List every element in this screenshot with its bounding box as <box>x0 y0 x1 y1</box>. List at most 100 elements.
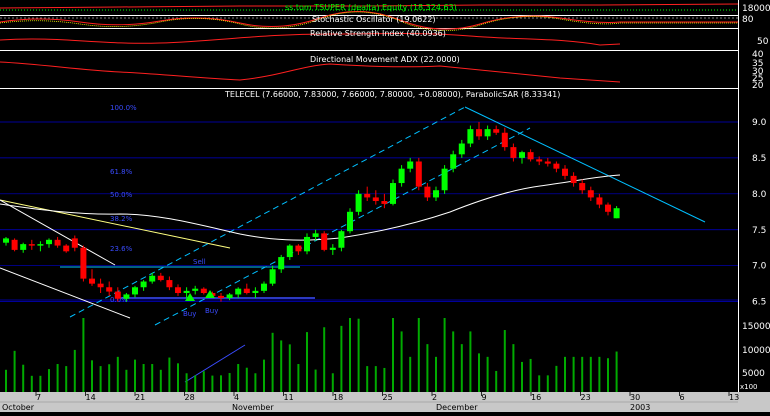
volume-bar <box>56 364 59 392</box>
stock-chart: ss.tom TSUPER (dealta) Equity (18,324.63… <box>0 0 770 412</box>
candle-body <box>261 283 267 291</box>
month-october: October <box>2 403 35 412</box>
candle-body <box>132 287 138 295</box>
candle-body <box>89 278 95 284</box>
stochastic-title: Stochastic Oscillator (19.0622) <box>312 15 436 24</box>
volume-bar <box>460 344 463 392</box>
year-2003: 2003 <box>630 403 650 412</box>
volume-bar <box>202 371 205 392</box>
volume-bar <box>185 373 188 392</box>
candle-body <box>175 287 181 294</box>
volume-bar <box>417 318 420 392</box>
volume-bar <box>572 356 575 392</box>
rsi-title: Relative Strength Index (40.0936) <box>310 29 446 38</box>
candle-body <box>450 154 457 169</box>
volume-bar <box>211 375 214 392</box>
price-ytick: 9.0 <box>752 118 767 128</box>
volume-bar <box>30 375 33 392</box>
candle-body <box>329 247 336 250</box>
candle-body <box>381 201 388 204</box>
candle-body <box>390 183 396 204</box>
candle-body <box>484 129 491 137</box>
candle-body <box>407 161 414 169</box>
candle-body <box>527 152 534 160</box>
volume-bar <box>598 356 601 392</box>
volume-bar <box>564 356 566 392</box>
volume-bar <box>168 357 171 392</box>
candle-body <box>149 275 156 282</box>
candle-body <box>510 147 517 158</box>
price-title: TELECEL (7.66000, 7.83000, 7.66000, 7.80… <box>224 90 560 99</box>
candle-body <box>269 269 276 284</box>
candle-body <box>28 244 35 246</box>
volume-bar <box>538 375 541 392</box>
volume-bar <box>607 358 609 392</box>
candle-body <box>536 159 543 162</box>
candle-body <box>372 197 379 202</box>
volume-bar <box>392 318 394 392</box>
adx-title: Directional Movement ADX (22.0000) <box>310 55 460 64</box>
volume-bar <box>615 351 618 392</box>
volume-bar <box>400 331 403 392</box>
candle-body <box>157 275 164 281</box>
volume-bar <box>125 369 128 392</box>
candle-body <box>467 129 474 144</box>
candle-body <box>347 211 353 232</box>
volume-bar <box>177 363 179 392</box>
volume-unit: x100 <box>740 383 758 391</box>
candle-body <box>493 129 500 133</box>
candle-body <box>570 175 577 184</box>
candle-body <box>192 288 199 291</box>
volume-bar <box>159 369 162 392</box>
volume-bar <box>435 356 437 392</box>
x-tick-label: 25 <box>383 393 393 402</box>
candle-body <box>252 290 259 294</box>
x-axis: 7 14 21 28 4 11 18 25 2 9 16 23 30 6 13 October Novemb… <box>0 392 770 412</box>
equity-title: ss.tom TSUPER (dealta) Equity (18,324.63… <box>285 3 457 12</box>
volume-bar <box>357 318 360 392</box>
candle-body <box>20 244 27 250</box>
candle-body <box>97 283 104 288</box>
adx-ytick-20: 20 <box>752 81 764 91</box>
x-tick-label: 4 <box>234 393 239 402</box>
volume-bar <box>589 356 592 392</box>
candle-body <box>544 161 551 164</box>
rsi-ytick-50: 50 <box>757 37 769 47</box>
volume-ytick-10000: 10000 <box>742 346 770 356</box>
volume-bar <box>512 344 515 392</box>
candle-body <box>71 238 78 248</box>
fib-382: 38.2% <box>110 215 133 223</box>
price-ytick: 7.5 <box>752 226 766 236</box>
volume-bar <box>142 364 145 392</box>
volume-bar <box>65 366 68 392</box>
candle-body <box>458 143 465 155</box>
volume-bar <box>116 356 119 392</box>
candle-body <box>424 186 431 198</box>
buy-signal-2: Buy <box>205 307 218 315</box>
candle-body <box>476 129 482 137</box>
price-ytick: 7.0 <box>752 262 767 272</box>
volume-bar <box>91 360 93 392</box>
fib-618: 61.8% <box>110 168 133 176</box>
candle-body <box>226 294 233 299</box>
volume-bar <box>22 364 25 392</box>
candle-body <box>338 231 345 248</box>
volume-bar <box>366 366 369 392</box>
price-ytick: 6.5 <box>752 298 766 308</box>
x-tick-label: 14 <box>86 393 96 402</box>
candle-body <box>553 163 560 169</box>
fib-236: 23.6% <box>110 245 133 253</box>
x-tick-label: 23 <box>581 393 591 402</box>
volume-ytick-15000: 15000 <box>742 322 770 332</box>
fib-100: 100.0% <box>110 104 137 112</box>
price-ytick: 8.5 <box>752 154 766 164</box>
volume-bar <box>529 358 532 392</box>
volume-bar <box>220 375 222 392</box>
volume-bar <box>194 375 197 392</box>
candle-body <box>295 245 302 252</box>
volume-bar <box>581 356 584 392</box>
volume-bar <box>13 350 16 392</box>
volume-bar <box>521 361 523 392</box>
volume-bar <box>349 318 351 392</box>
candle-body <box>183 290 190 294</box>
